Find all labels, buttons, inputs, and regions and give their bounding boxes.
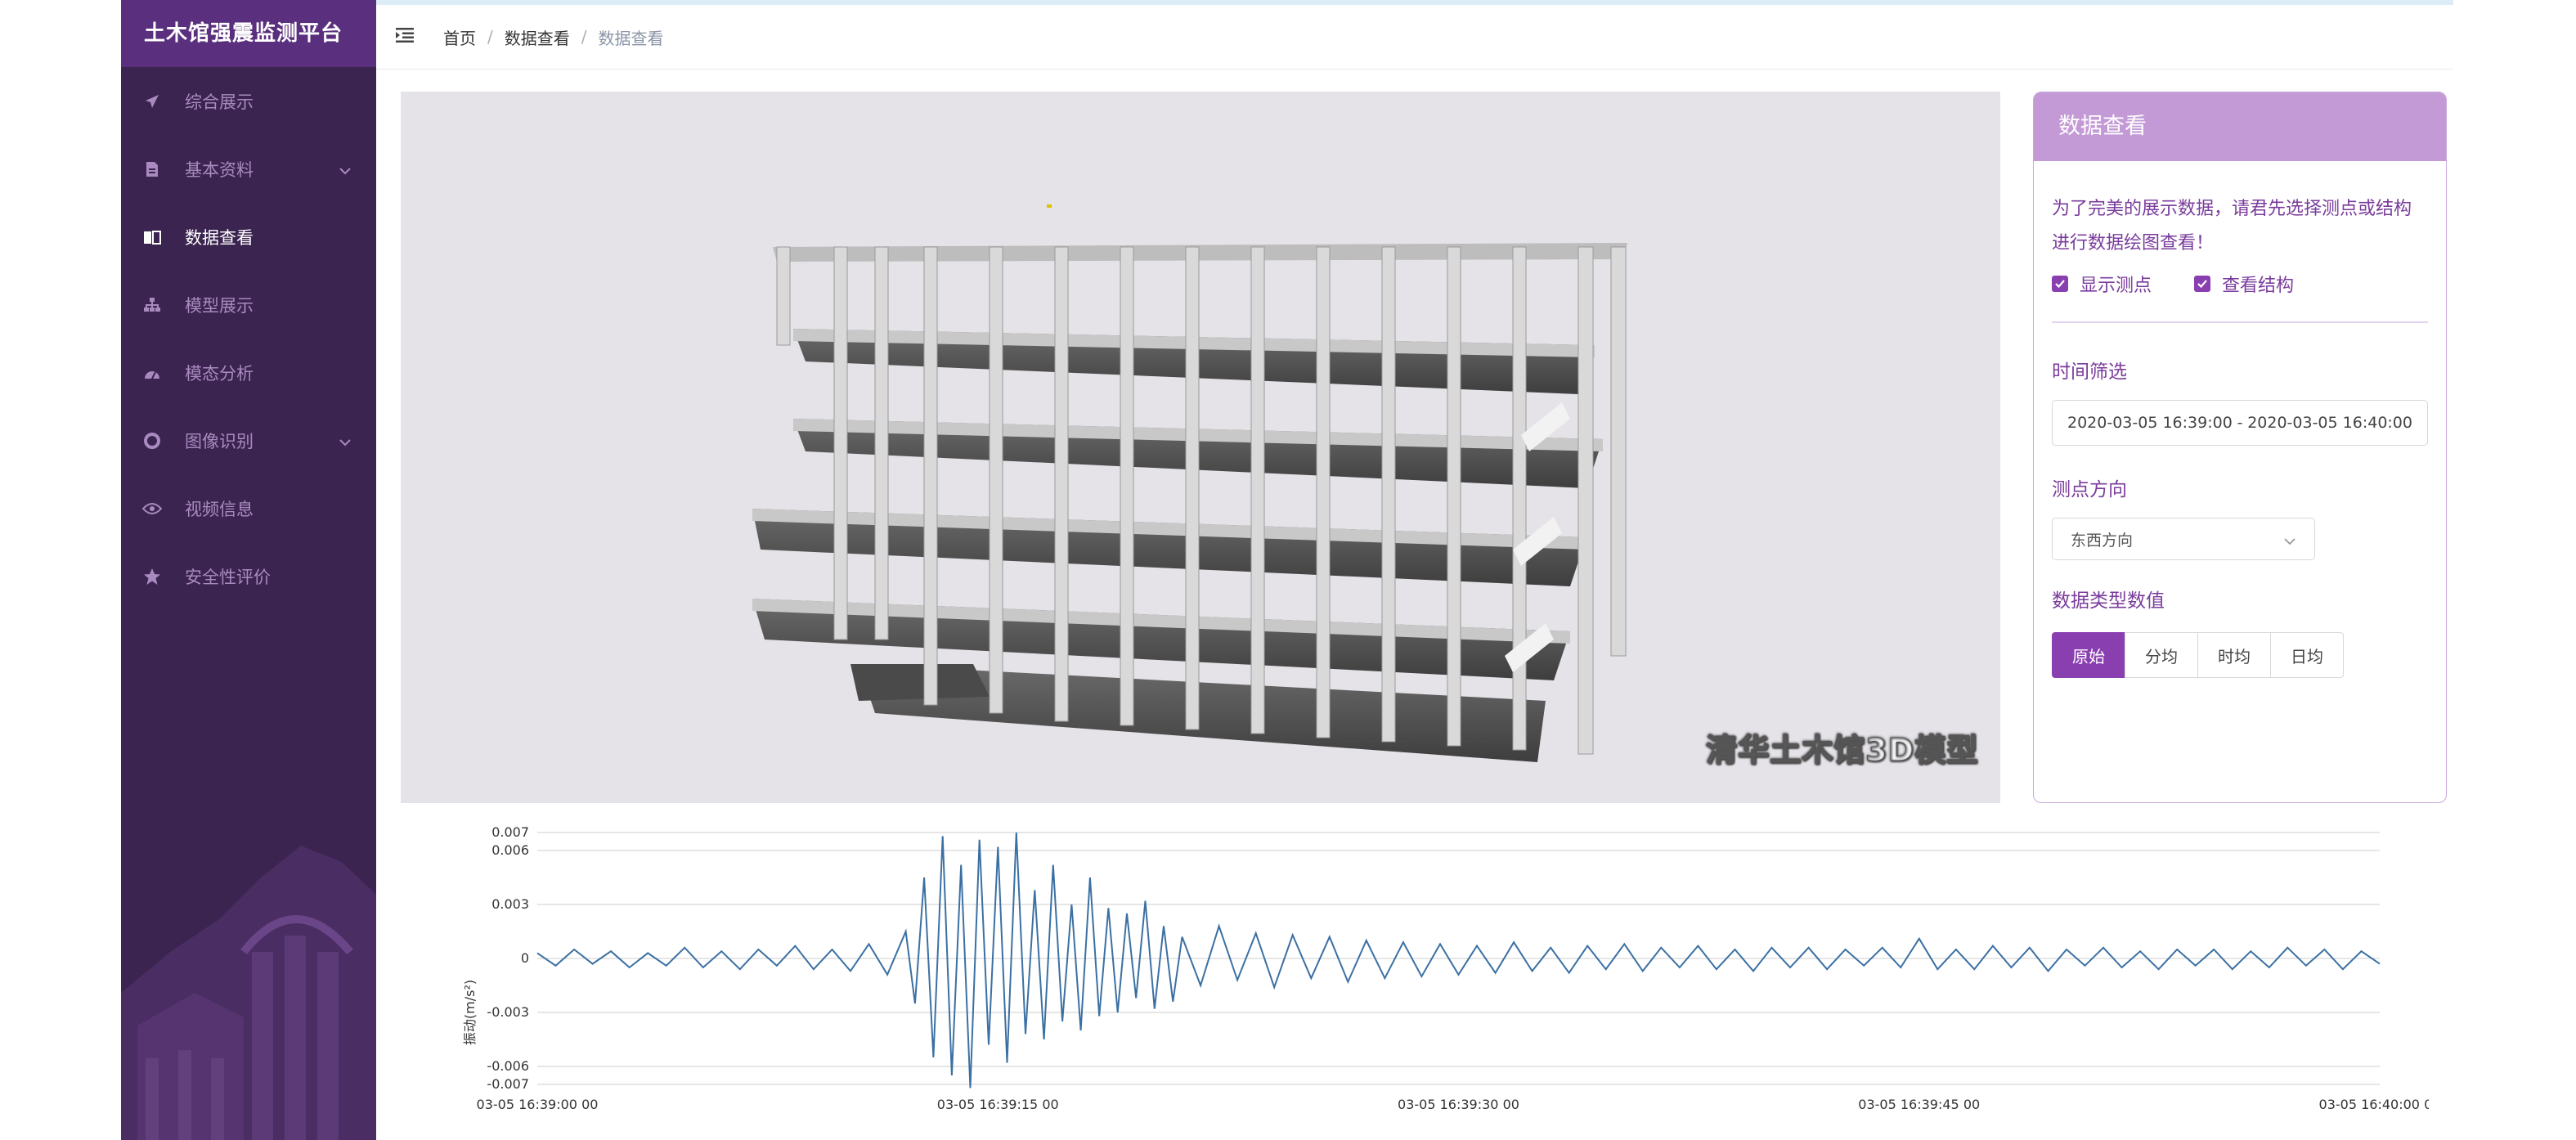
y-axis-ticks: 0.007 0.006 0.003 0 -0.003 -0.006 -0.007 xyxy=(487,824,529,1092)
date-end[interactable]: 2020-03-05 16:40:00 xyxy=(2247,414,2412,432)
3d-model-viewport[interactable]: 清华土木馆3D模型 xyxy=(401,92,2000,803)
date-start[interactable]: 2020-03-05 16:39:00 xyxy=(2067,414,2233,432)
y-tick-label: 0.003 xyxy=(491,896,529,912)
data-view-panel: 数据查看 为了完美的展示数据，请君先选择测点或结构进行数据绘图查看！ 显示测点 … xyxy=(2033,92,2447,803)
y-tick-label: 0.006 xyxy=(491,842,529,858)
document-icon xyxy=(142,159,162,179)
sidebar-item-label: 视频信息 xyxy=(185,499,254,519)
x-tick-label: 03-05 16:39:30 00 xyxy=(1398,1097,1519,1112)
date-range-picker[interactable]: 2020-03-05 16:39:00 - 2020-03-05 16:40:0… xyxy=(2052,400,2428,446)
x-tick-label: 03-05 16:39:45 00 xyxy=(1858,1097,1980,1112)
checkbox-checked-icon xyxy=(2052,276,2068,292)
direction-select-value: 东西方向 xyxy=(2071,531,2134,550)
header: 首页 / 数据查看 / 数据查看 xyxy=(376,5,2453,70)
chart-grid xyxy=(537,832,2380,1085)
x-tick-label: 03-05 16:39:00 00 xyxy=(477,1097,599,1112)
data-type-button-group: 原始 分均 时均 日均 xyxy=(2052,632,2428,678)
sidebar-item-label: 基本资料 xyxy=(185,159,254,180)
checkbox-label: 查看结构 xyxy=(2222,276,2295,296)
star-icon xyxy=(142,567,162,586)
panel-hint: 为了完美的展示数据，请君先选择测点或结构进行数据绘图查看！ xyxy=(2052,199,2412,254)
sidebar: 土木馆强震监测平台 综合展示 基本资料 数据查看 模型展示 模态分析 图像识别 … xyxy=(121,0,376,1140)
model-watermark: 清华土木馆3D模型 xyxy=(1706,732,1978,768)
breadcrumb-separator: / xyxy=(581,27,587,47)
type-button-raw[interactable]: 原始 xyxy=(2052,632,2125,678)
breadcrumb-home[interactable]: 首页 xyxy=(443,25,476,49)
type-button-day-avg[interactable]: 日均 xyxy=(2270,632,2344,678)
sidebar-item-basic-info[interactable]: 基本资料 xyxy=(121,135,376,203)
sidebar-item-label: 模态分析 xyxy=(185,363,254,384)
sidebar-item-model-display[interactable]: 模型展示 xyxy=(121,271,376,339)
sidebar-item-overview[interactable]: 综合展示 xyxy=(121,67,376,135)
sidebar-item-label: 综合展示 xyxy=(185,92,254,112)
sidebar-item-video-info[interactable]: 视频信息 xyxy=(121,474,376,542)
vibration-chart: 0.007 0.006 0.003 0 -0.003 -0.006 -0.007 03-05… xyxy=(462,824,2429,1112)
checkbox-checked-icon xyxy=(2194,276,2211,292)
series-line xyxy=(536,832,2381,1088)
data-type-label: 数据类型数值 xyxy=(2052,590,2165,612)
sidebar-item-label: 模型展示 xyxy=(185,295,254,316)
y-tick-label: -0.003 xyxy=(487,1004,529,1020)
sidebar-item-label: 安全性评价 xyxy=(185,567,271,587)
sidebar-item-label: 图像识别 xyxy=(185,431,254,451)
x-tick-label: 03-05 16:40:00 00 xyxy=(2319,1097,2429,1112)
y-tick-label: -0.006 xyxy=(487,1058,529,1074)
life-ring-icon xyxy=(142,431,162,451)
sidebar-item-data-view[interactable]: 数据查看 xyxy=(121,203,376,271)
sidebar-menu: 综合展示 基本资料 数据查看 模型展示 模态分析 图像识别 视频信息 安全性评价 xyxy=(121,67,376,610)
panel-title: 数据查看 xyxy=(2034,92,2446,161)
type-button-minute-avg[interactable]: 分均 xyxy=(2125,632,2198,678)
y-axis-label: 振动(m/s²) xyxy=(462,980,478,1045)
sitemap-icon xyxy=(142,295,162,315)
x-axis-ticks: 03-05 16:39:00 00 03-05 16:39:15 00 03-05 … xyxy=(477,1097,2429,1112)
show-points-checkbox[interactable]: 显示测点 xyxy=(2052,271,2152,297)
checkbox-group: 显示测点 查看结构 xyxy=(2052,271,2428,297)
y-tick-label: 0 xyxy=(521,950,529,966)
building-3d-model: 清华土木馆3D模型 xyxy=(752,204,1978,769)
menu-fold-icon[interactable] xyxy=(396,27,415,47)
checkbox-label: 显示测点 xyxy=(2080,276,2152,296)
x-tick-label: 03-05 16:39:15 00 xyxy=(937,1097,1059,1112)
app-title: 土木馆强震监测平台 xyxy=(121,0,376,67)
view-structure-checkbox[interactable]: 查看结构 xyxy=(2194,271,2294,297)
eye-icon xyxy=(142,499,162,518)
paper-plane-icon xyxy=(142,92,162,111)
sidebar-item-modal-analysis[interactable]: 模态分析 xyxy=(121,339,376,406)
chevron-down-icon xyxy=(339,159,352,179)
time-filter-label: 时间筛选 xyxy=(2052,361,2127,383)
type-button-hour-avg[interactable]: 时均 xyxy=(2197,632,2271,678)
sidebar-item-safety-eval[interactable]: 安全性评价 xyxy=(121,542,376,610)
dashboard-icon xyxy=(142,363,162,383)
y-tick-label: -0.007 xyxy=(487,1076,529,1092)
chevron-down-icon xyxy=(2283,532,2296,550)
breadcrumb-section[interactable]: 数据查看 xyxy=(505,25,570,49)
breadcrumb-current: 数据查看 xyxy=(598,28,664,48)
direction-select[interactable]: 东西方向 xyxy=(2052,518,2315,560)
direction-label: 测点方向 xyxy=(2052,479,2127,500)
divider xyxy=(2052,321,2428,323)
sidebar-item-image-recognition[interactable]: 图像识别 xyxy=(121,406,376,474)
y-tick-label: 0.007 xyxy=(491,824,529,840)
chevron-down-icon xyxy=(339,431,352,451)
sidebar-item-label: 数据查看 xyxy=(185,227,254,248)
breadcrumb-separator: / xyxy=(487,27,493,47)
book-icon xyxy=(142,227,162,247)
building-illustration xyxy=(121,846,376,1140)
date-separator: - xyxy=(2237,414,2243,432)
